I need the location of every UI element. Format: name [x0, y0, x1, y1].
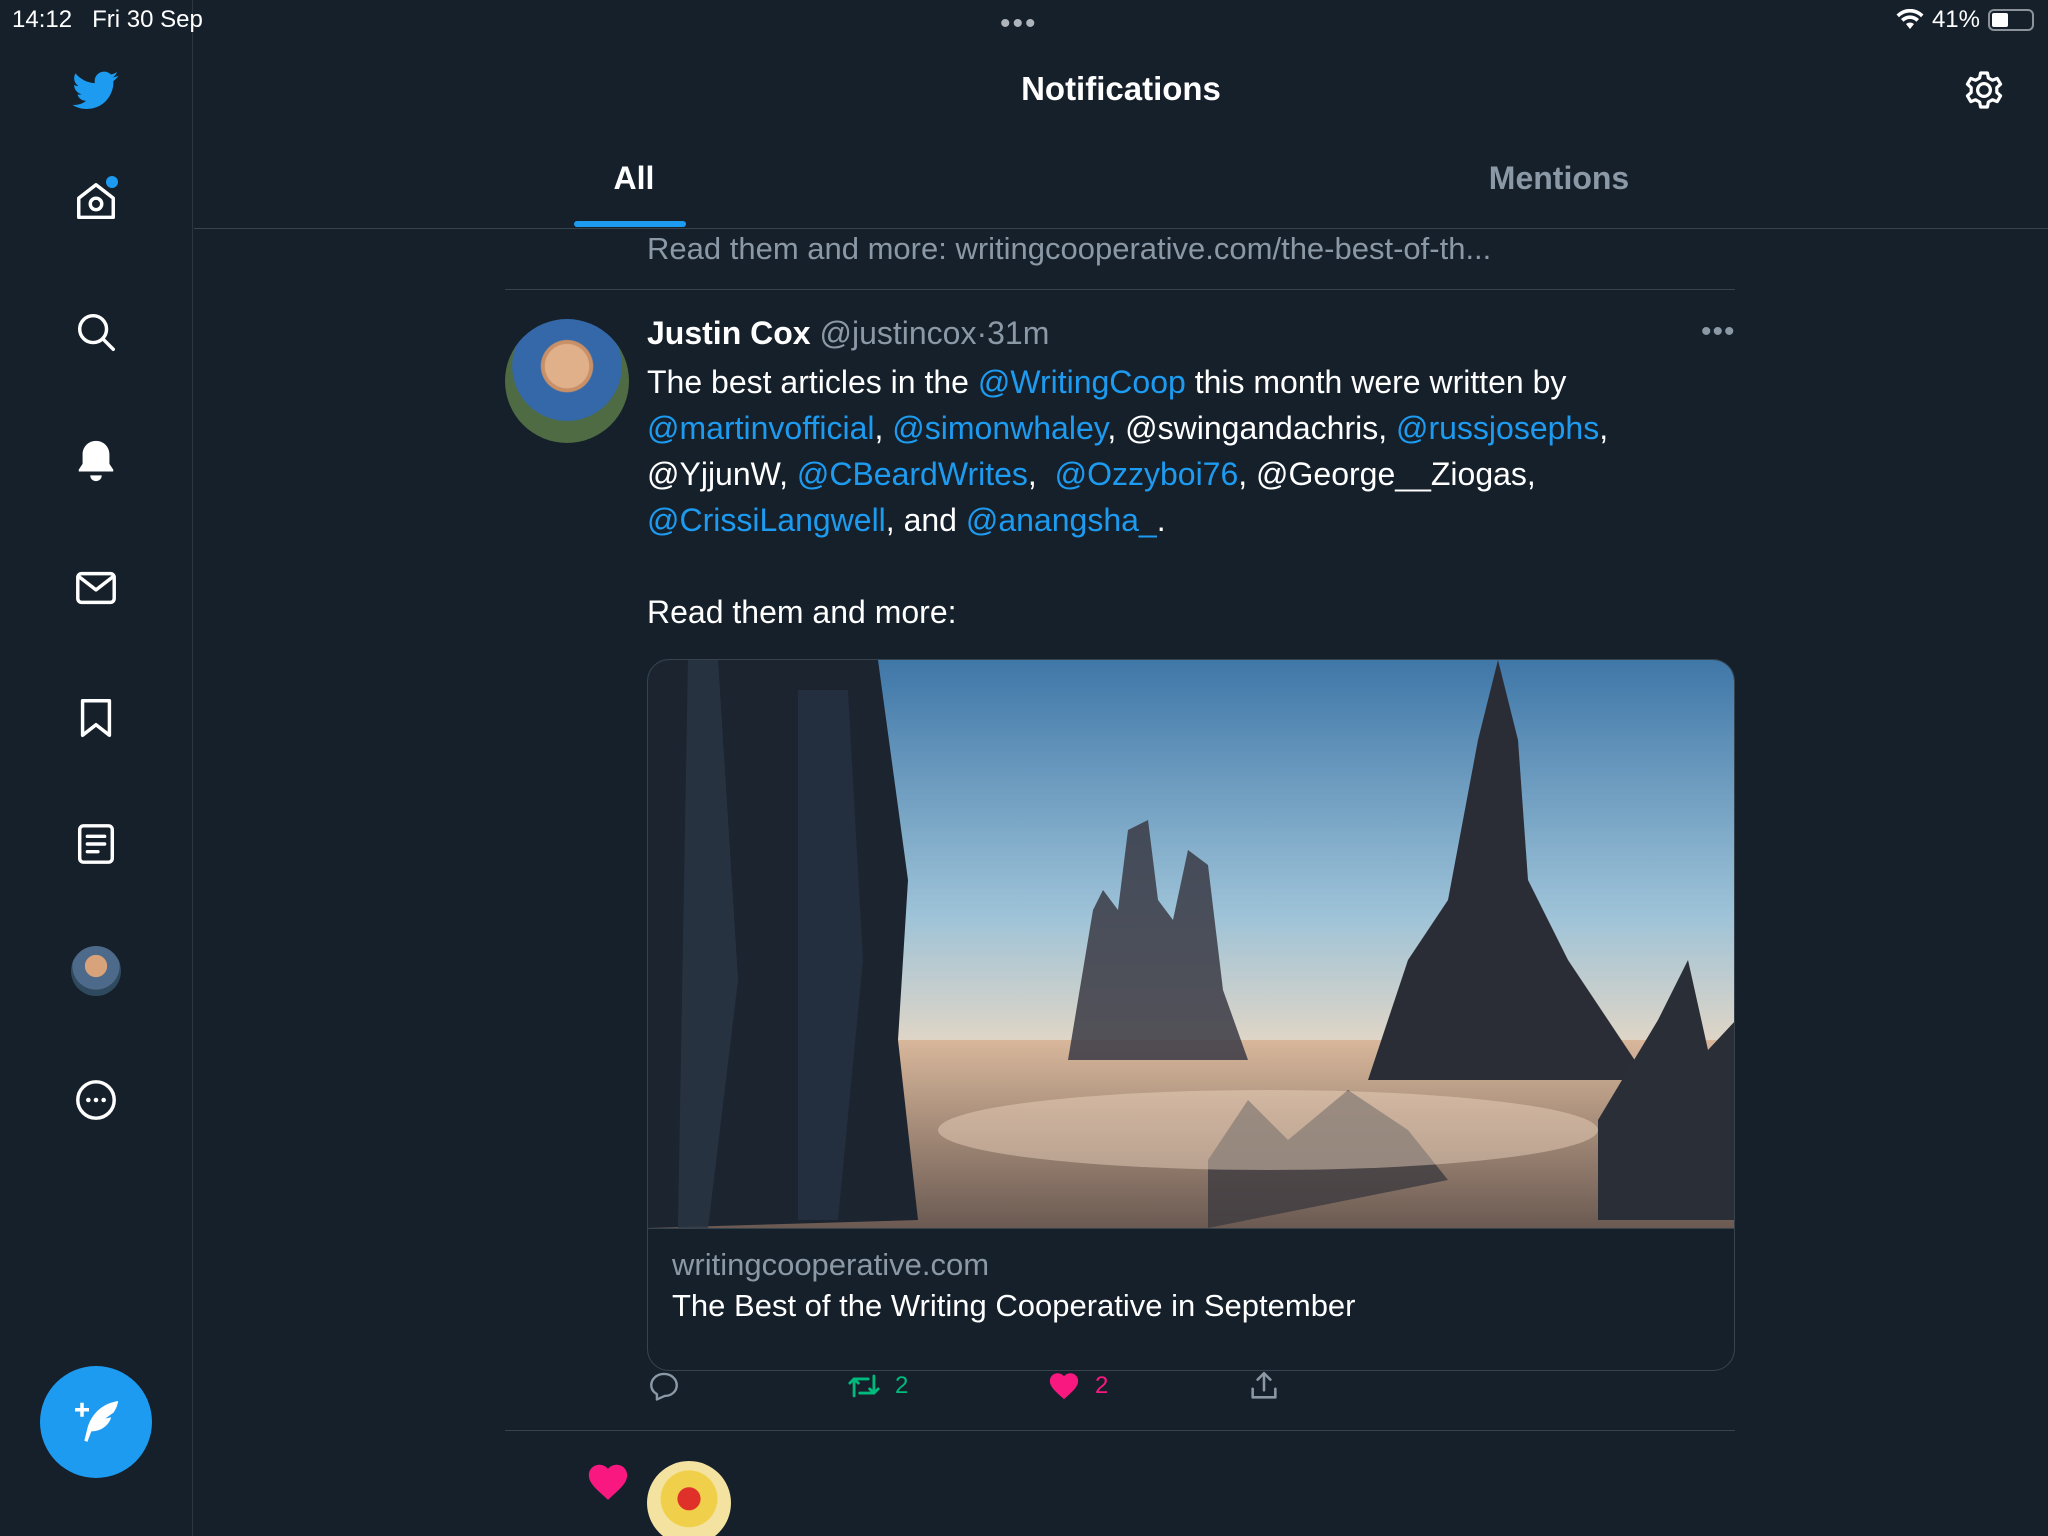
- lists-icon[interactable]: [66, 814, 126, 874]
- status-right: 41%: [1896, 6, 2034, 34]
- mention-link[interactable]: @russjosephs: [1396, 410, 1599, 446]
- tweet-author-avatar[interactable]: [505, 319, 629, 443]
- card-domain: writingcooperative.com: [672, 1247, 990, 1282]
- wifi-icon: [1896, 9, 1924, 29]
- previous-tweet-text[interactable]: Read them and more: writingcooperative.c…: [647, 229, 1491, 269]
- multitasking-handle[interactable]: •••: [1000, 9, 1038, 39]
- mention-link[interactable]: @WritingCoop: [978, 364, 1186, 400]
- like-count: 2: [1095, 1372, 1109, 1399]
- tweet-more-button[interactable]: •••: [1701, 315, 1736, 349]
- read-more-text: Read them and more:: [647, 594, 957, 630]
- status-time-date: 14:12 Fri 30 Sep: [12, 6, 203, 34]
- mention-link[interactable]: @Ozzyboi76: [1055, 456, 1239, 492]
- page-title: Notifications: [1021, 70, 1221, 107]
- status-bar: 14:12 Fri 30 Sep ••• 41%: [0, 0, 2048, 40]
- mention-link[interactable]: @CBeardWrites: [797, 456, 1028, 492]
- tweet-author-name[interactable]: Justin Cox: [647, 315, 811, 351]
- tweet-text-part: , @George__Ziogas,: [1238, 456, 1536, 492]
- tweet-text-part: .: [1156, 502, 1166, 538]
- profile-avatar[interactable]: [71, 946, 121, 996]
- card-meta: writingcooperative.com The Best of the W…: [648, 1228, 1734, 1370]
- tab-all[interactable]: All: [574, 160, 694, 197]
- twitter-logo-icon[interactable]: [66, 60, 126, 120]
- retweet-button[interactable]: 2: [847, 1369, 908, 1403]
- messages-icon[interactable]: [66, 558, 126, 618]
- tweet-text: The best articles in the @WritingCoop th…: [647, 359, 1727, 543]
- tweet-time[interactable]: 31m: [987, 315, 1049, 351]
- tweet-text-part: this month were written by: [1185, 364, 1567, 400]
- battery-percent: 41%: [1931, 6, 1980, 33]
- notification-user-avatar[interactable]: [647, 1461, 731, 1536]
- home-badge: [106, 176, 118, 188]
- like-notification-heart-icon: [588, 1464, 628, 1500]
- tweet-text-part: , @swingandachris,: [1107, 410, 1396, 446]
- bookmarks-icon[interactable]: [66, 688, 126, 748]
- tweet-author-handle[interactable]: @justincox: [819, 315, 976, 351]
- tweet-text-part: ,: [874, 410, 893, 446]
- sidebar: [0, 0, 193, 1536]
- reply-button[interactable]: [647, 1369, 681, 1403]
- share-button[interactable]: [1247, 1369, 1281, 1403]
- card-title: The Best of the Writing Cooperative in S…: [672, 1288, 1356, 1323]
- mention-link[interactable]: @anangsha_: [966, 502, 1157, 538]
- compose-tweet-button[interactable]: [40, 1366, 152, 1478]
- notifications-icon[interactable]: [66, 430, 126, 490]
- mention-link[interactable]: @CrissiLangwell: [647, 502, 886, 538]
- tweet-text-part: , and: [885, 502, 966, 538]
- mention-link[interactable]: @martinvofficial: [647, 410, 875, 446]
- card-image: [648, 660, 1734, 1228]
- compose-tweet-icon: [75, 1401, 119, 1442]
- tweet-text-part: The best articles in the: [647, 364, 978, 400]
- like-button[interactable]: 2: [1047, 1369, 1108, 1403]
- reply-icon: [650, 1372, 678, 1401]
- tweet-separator: ·: [976, 315, 988, 351]
- divider: [505, 1430, 1735, 1431]
- share-icon: [1251, 1371, 1277, 1399]
- retweet-count: 2: [895, 1372, 909, 1399]
- settings-gear-icon[interactable]: [1960, 66, 2008, 114]
- more-icon[interactable]: [66, 1070, 126, 1130]
- status-time: 14:12: [12, 6, 73, 33]
- retweet-icon: [848, 1374, 880, 1398]
- home-icon[interactable]: [66, 172, 126, 232]
- status-date: Fri 30 Sep: [92, 6, 203, 33]
- tab-mentions[interactable]: Mentions: [1434, 160, 1684, 197]
- heart-icon: [1049, 1373, 1079, 1400]
- tweet-actions: 2 2: [647, 1359, 1735, 1419]
- battery-level: [1992, 13, 2008, 27]
- battery-icon: [1988, 9, 2034, 31]
- mention-link[interactable]: @simonwhaley: [892, 410, 1107, 446]
- link-preview-card[interactable]: writingcooperative.com The Best of the W…: [647, 659, 1735, 1371]
- search-icon[interactable]: [66, 302, 126, 362]
- twitter-app: 14:12 Fri 30 Sep ••• 41% Notifications A…: [0, 0, 2048, 1536]
- tweet-text-part: ,: [1027, 456, 1055, 492]
- active-tab-indicator: [574, 221, 686, 227]
- tweet-header: Justin Cox @justincox·31m: [647, 313, 1049, 353]
- divider: [505, 289, 1735, 290]
